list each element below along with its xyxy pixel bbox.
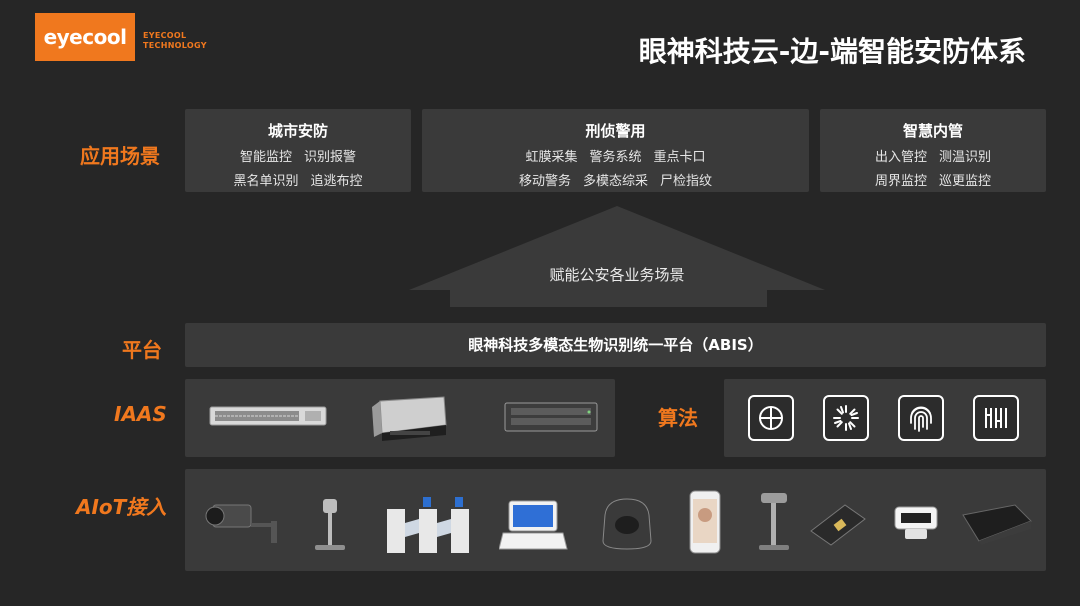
scenarios-label: 应用场景 xyxy=(80,144,160,168)
platform-bar: 眼神科技多模态生物识别统一平台（ABIS） xyxy=(185,323,1046,367)
scenario-item: 移动警务 xyxy=(518,174,571,189)
platform-label: 平台 xyxy=(122,338,162,362)
scenario-line: 虹膜采集 警务系统 重点卡口 xyxy=(422,146,809,165)
algorithm-label: 算法 xyxy=(658,406,698,430)
enable-arrow xyxy=(409,206,825,307)
scenario-item: 周界监控 xyxy=(874,174,927,189)
scenario-line: 移动警务 多模态综采 尸检指纹 xyxy=(422,170,809,189)
face-terminal-stand-icon xyxy=(315,499,345,550)
scenario-item: 追逃布控 xyxy=(310,174,363,189)
scenario-title: 城市安防 xyxy=(267,122,328,140)
scenario-item: 测温识别 xyxy=(939,150,992,165)
aiot-panel xyxy=(185,469,1046,571)
brand-subtitle: EYECOOL TECHNOLOGY xyxy=(143,31,207,51)
scenario-line: 周界监控 巡更监控 xyxy=(820,170,1046,189)
card-reader-icon xyxy=(810,504,866,546)
scenario-item: 黑名单识别 xyxy=(233,174,299,189)
scenario-item: 多模态综采 xyxy=(582,174,648,189)
scenario-item: 识别报警 xyxy=(304,150,357,165)
network-switch-icon xyxy=(209,406,327,426)
palm-scanner-icon xyxy=(962,504,1032,545)
finger-vein-icon xyxy=(973,395,1019,441)
iris-recognition-icon xyxy=(823,395,869,441)
scenario-item: 警务系统 xyxy=(589,150,642,165)
scenario-item: 智能监控 xyxy=(239,150,292,165)
scenario-line: 黑名单识别 追逃布控 xyxy=(185,170,411,189)
scenario-item: 尸检指纹 xyxy=(660,174,713,189)
fingerprint-scanner-icon xyxy=(602,498,652,550)
logo-text: eyecool xyxy=(43,25,127,49)
turnstile-gate-icon xyxy=(387,497,469,553)
scenario-item: 巡更监控 xyxy=(939,174,992,189)
iaas-label: IAAS xyxy=(114,402,167,426)
scenario-panel-city: 城市安防 智能监控 识别报警 黑名单识别 追逃布控 xyxy=(185,109,411,192)
scenario-title: 智慧内管 xyxy=(902,122,963,140)
scenario-item: 出入管控 xyxy=(874,150,927,165)
brand-sub-line1: EYECOOL xyxy=(143,31,187,40)
fingerprint-icon xyxy=(898,395,944,441)
face-panel-icon xyxy=(689,490,721,554)
iris-stand-icon xyxy=(759,493,789,550)
desktop-terminal-icon xyxy=(499,500,568,550)
scenario-title: 刑侦警用 xyxy=(585,122,646,140)
scenario-line: 智能监控 识别报警 xyxy=(185,146,411,165)
scenario-line: 出入管控 测温识别 xyxy=(820,146,1046,165)
storage-array-icon xyxy=(504,402,598,432)
scenario-panel-police: 刑侦警用 虹膜采集 警务系统 重点卡口 移动警务 多模态综采 尸检指纹 xyxy=(422,109,809,192)
box-camera-icon xyxy=(205,504,277,543)
scenario-panel-internal: 智慧内管 出入管控 测温识别 周界监控 巡更监控 xyxy=(820,109,1046,192)
iris-camera-icon xyxy=(894,506,938,539)
scenario-item: 虹膜采集 xyxy=(525,150,578,165)
brand-logo: eyecool xyxy=(35,13,135,61)
scenario-item: 重点卡口 xyxy=(653,150,706,165)
brand-sub-line2: TECHNOLOGY xyxy=(143,41,207,50)
face-recognition-icon xyxy=(748,395,794,441)
aiot-label: AIoT接入 xyxy=(76,495,167,519)
iaas-panel xyxy=(185,379,615,457)
arrow-label: 赋能公安各业务场景 xyxy=(549,266,685,284)
algorithm-panel xyxy=(724,379,1046,457)
server-icon xyxy=(372,396,447,441)
page-title: 眼神科技云-边-端智能安防体系 xyxy=(638,35,1026,68)
arrow-shape xyxy=(409,206,825,307)
